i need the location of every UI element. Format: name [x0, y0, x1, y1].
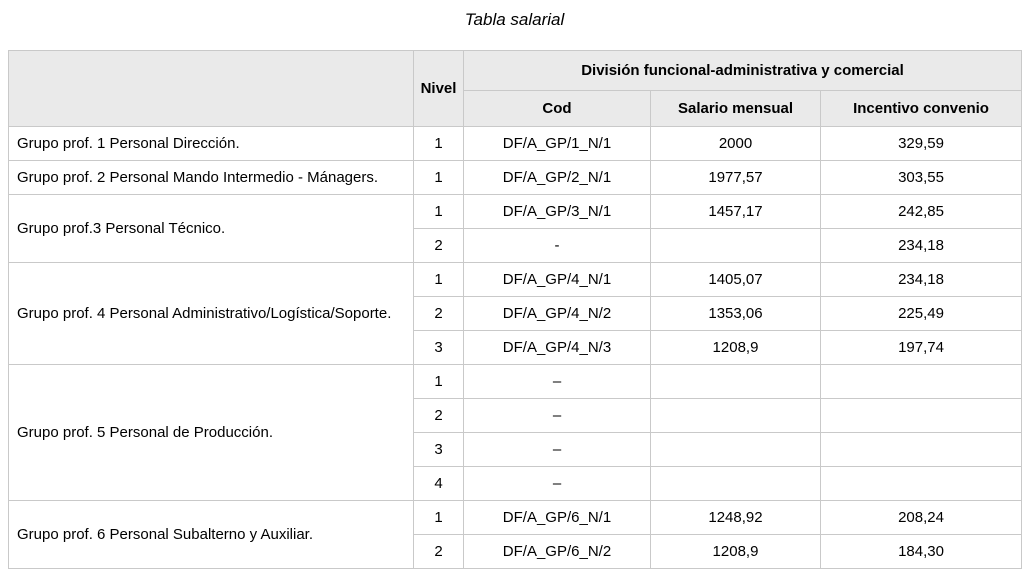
incentivo-cell: 303,55 — [821, 161, 1022, 195]
nivel-cell: 1 — [414, 501, 464, 535]
nivel-cell: 1 — [414, 195, 464, 229]
group-name-cell: Grupo prof.3 Personal Técnico. — [9, 195, 414, 263]
cod-cell: DF/A_GP/4_N/2 — [464, 297, 651, 331]
cod-cell: – — [464, 433, 651, 467]
cod-cell: - — [464, 229, 651, 263]
header-nivel: Nivel — [414, 51, 464, 127]
cod-cell: DF/A_GP/6_N/2 — [464, 535, 651, 569]
nivel-cell: 2 — [414, 399, 464, 433]
nivel-cell: 1 — [414, 365, 464, 399]
salario-cell: 1248,92 — [651, 501, 821, 535]
salario-cell — [651, 467, 821, 501]
document-page: Tabla salarial Nivel División funcional-… — [0, 0, 1029, 569]
table-row: Grupo prof. 2 Personal Mando Intermedio … — [9, 161, 1022, 195]
cod-cell: – — [464, 365, 651, 399]
table-row: Grupo prof.3 Personal Técnico. 1 DF/A_GP… — [9, 195, 1022, 229]
header-incentivo: Incentivo convenio — [821, 91, 1022, 127]
cod-cell: DF/A_GP/6_N/1 — [464, 501, 651, 535]
table-row: Grupo prof. 6 Personal Subalterno y Auxi… — [9, 501, 1022, 535]
header-empty-cell — [9, 51, 414, 127]
incentivo-cell: 184,30 — [821, 535, 1022, 569]
salario-cell — [651, 229, 821, 263]
group-name-cell: Grupo prof. 6 Personal Subalterno y Auxi… — [9, 501, 414, 569]
incentivo-cell: 242,85 — [821, 195, 1022, 229]
cod-cell: DF/A_GP/4_N/3 — [464, 331, 651, 365]
cod-cell: – — [464, 399, 651, 433]
salario-cell — [651, 433, 821, 467]
nivel-cell: 3 — [414, 433, 464, 467]
header-row-top: Nivel División funcional-administrativa … — [9, 51, 1022, 91]
nivel-cell: 1 — [414, 263, 464, 297]
cod-cell: DF/A_GP/2_N/1 — [464, 161, 651, 195]
salario-cell: 1353,06 — [651, 297, 821, 331]
salary-table: Nivel División funcional-administrativa … — [8, 50, 1022, 569]
cod-cell: DF/A_GP/4_N/1 — [464, 263, 651, 297]
incentivo-cell — [821, 399, 1022, 433]
nivel-cell: 2 — [414, 535, 464, 569]
incentivo-cell — [821, 467, 1022, 501]
salario-cell: 1977,57 — [651, 161, 821, 195]
nivel-cell: 1 — [414, 127, 464, 161]
incentivo-cell — [821, 365, 1022, 399]
incentivo-cell: 208,24 — [821, 501, 1022, 535]
table-row: Grupo prof. 5 Personal de Producción. 1 … — [9, 365, 1022, 399]
incentivo-cell: 225,49 — [821, 297, 1022, 331]
salario-cell: 1457,17 — [651, 195, 821, 229]
table-row: Grupo prof. 1 Personal Dirección. 1 DF/A… — [9, 127, 1022, 161]
nivel-cell: 2 — [414, 229, 464, 263]
group-name-cell: Grupo prof. 5 Personal de Producción. — [9, 365, 414, 501]
incentivo-cell — [821, 433, 1022, 467]
salario-cell: 1208,9 — [651, 331, 821, 365]
salario-cell: 1208,9 — [651, 535, 821, 569]
header-salario: Salario mensual — [651, 91, 821, 127]
incentivo-cell: 197,74 — [821, 331, 1022, 365]
nivel-cell: 1 — [414, 161, 464, 195]
nivel-cell: 3 — [414, 331, 464, 365]
incentivo-cell: 234,18 — [821, 263, 1022, 297]
incentivo-cell: 329,59 — [821, 127, 1022, 161]
cod-cell: – — [464, 467, 651, 501]
salario-cell — [651, 365, 821, 399]
group-name-cell: Grupo prof. 4 Personal Administrativo/Lo… — [9, 263, 414, 365]
table-row: Grupo prof. 4 Personal Administrativo/Lo… — [9, 263, 1022, 297]
header-division: División funcional-administrativa y come… — [464, 51, 1022, 91]
header-cod: Cod — [464, 91, 651, 127]
nivel-cell: 4 — [414, 467, 464, 501]
incentivo-cell: 234,18 — [821, 229, 1022, 263]
cod-cell: DF/A_GP/1_N/1 — [464, 127, 651, 161]
salario-cell — [651, 399, 821, 433]
salario-cell: 2000 — [651, 127, 821, 161]
nivel-cell: 2 — [414, 297, 464, 331]
group-name-cell: Grupo prof. 1 Personal Dirección. — [9, 127, 414, 161]
group-name-cell: Grupo prof. 2 Personal Mando Intermedio … — [9, 161, 414, 195]
salario-cell: 1405,07 — [651, 263, 821, 297]
cod-cell: DF/A_GP/3_N/1 — [464, 195, 651, 229]
page-title: Tabla salarial — [0, 9, 1029, 31]
